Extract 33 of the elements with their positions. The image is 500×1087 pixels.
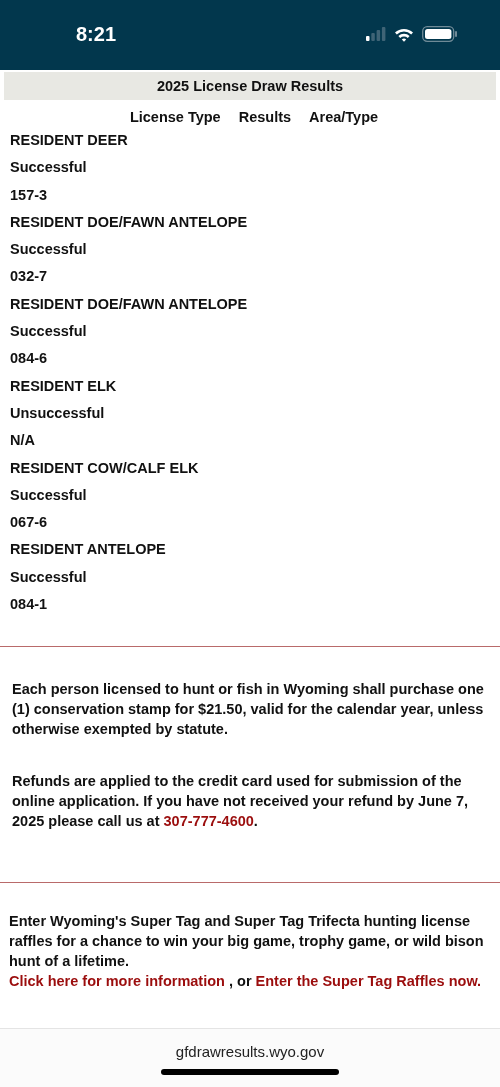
hunt-area: 157-3 xyxy=(10,181,490,209)
site-url[interactable]: gfdrawresults.wyo.gov xyxy=(175,1043,325,1060)
column-header: Results xyxy=(238,109,292,125)
license-type: RESIDENT DOE/FAWN ANTELOPE xyxy=(10,212,249,232)
hunt-area: N/A xyxy=(10,427,490,455)
draw-result: Unsuccessful xyxy=(10,403,106,423)
clock: 8:21 xyxy=(76,22,117,46)
license-type: RESIDENT COW/CALF ELK xyxy=(10,458,200,478)
license-type: RESIDENT DEER xyxy=(10,131,129,150)
notice-text: Refunds are applied to the credit card used for submission of the online application. If you have not received your refund by June 7, 2025 please call us at 307-777-4600. xyxy=(11,772,470,832)
hunt-area: 084-6 xyxy=(10,345,490,373)
notice-text: Each person licensed to hunt or fish in Wyoming shall purchase one (1) conservation stamp for $21.50, valid for the calendar year, unless otherwise exempted by statute. xyxy=(11,680,485,740)
phone-link[interactable]: 307-777-4600 xyxy=(163,813,254,830)
raffle-text: Enter Wyoming's Super Tag and Super Tag Trifecta hunting license raffles for a chance to win your big game, trophy game, or wild bison hunt of a lifetime. Click here for more information , or Enter the Super Tag Raffles now. xyxy=(8,912,485,992)
column-header: License Type xyxy=(129,109,221,125)
draw-result: Successful xyxy=(10,567,88,587)
license-type: RESIDENT ELK xyxy=(10,376,118,396)
draw-result: Successful xyxy=(10,322,88,342)
hunt-area: 084-1 xyxy=(10,591,490,619)
license-type: RESIDENT DOE/FAWN ANTELOPE xyxy=(10,294,249,314)
draw-result: Successful xyxy=(10,240,88,260)
license-type: RESIDENT ANTELOPE xyxy=(10,540,167,560)
results-title: 2025 License Draw Results xyxy=(4,72,496,100)
wifi-icon xyxy=(394,26,414,42)
battery-icon xyxy=(422,26,458,42)
signal-icon xyxy=(366,27,386,41)
hunt-area: 067-6 xyxy=(10,509,490,537)
column-header: Area/Type xyxy=(309,109,379,125)
info-link[interactable]: Click here for more information xyxy=(9,973,225,990)
raffle-link[interactable]: Enter the Super Tag Raffles now. xyxy=(255,973,482,990)
hunt-area: 032-7 xyxy=(10,263,490,291)
draw-result: Successful xyxy=(10,158,88,178)
draw-result: Successful xyxy=(10,485,88,505)
